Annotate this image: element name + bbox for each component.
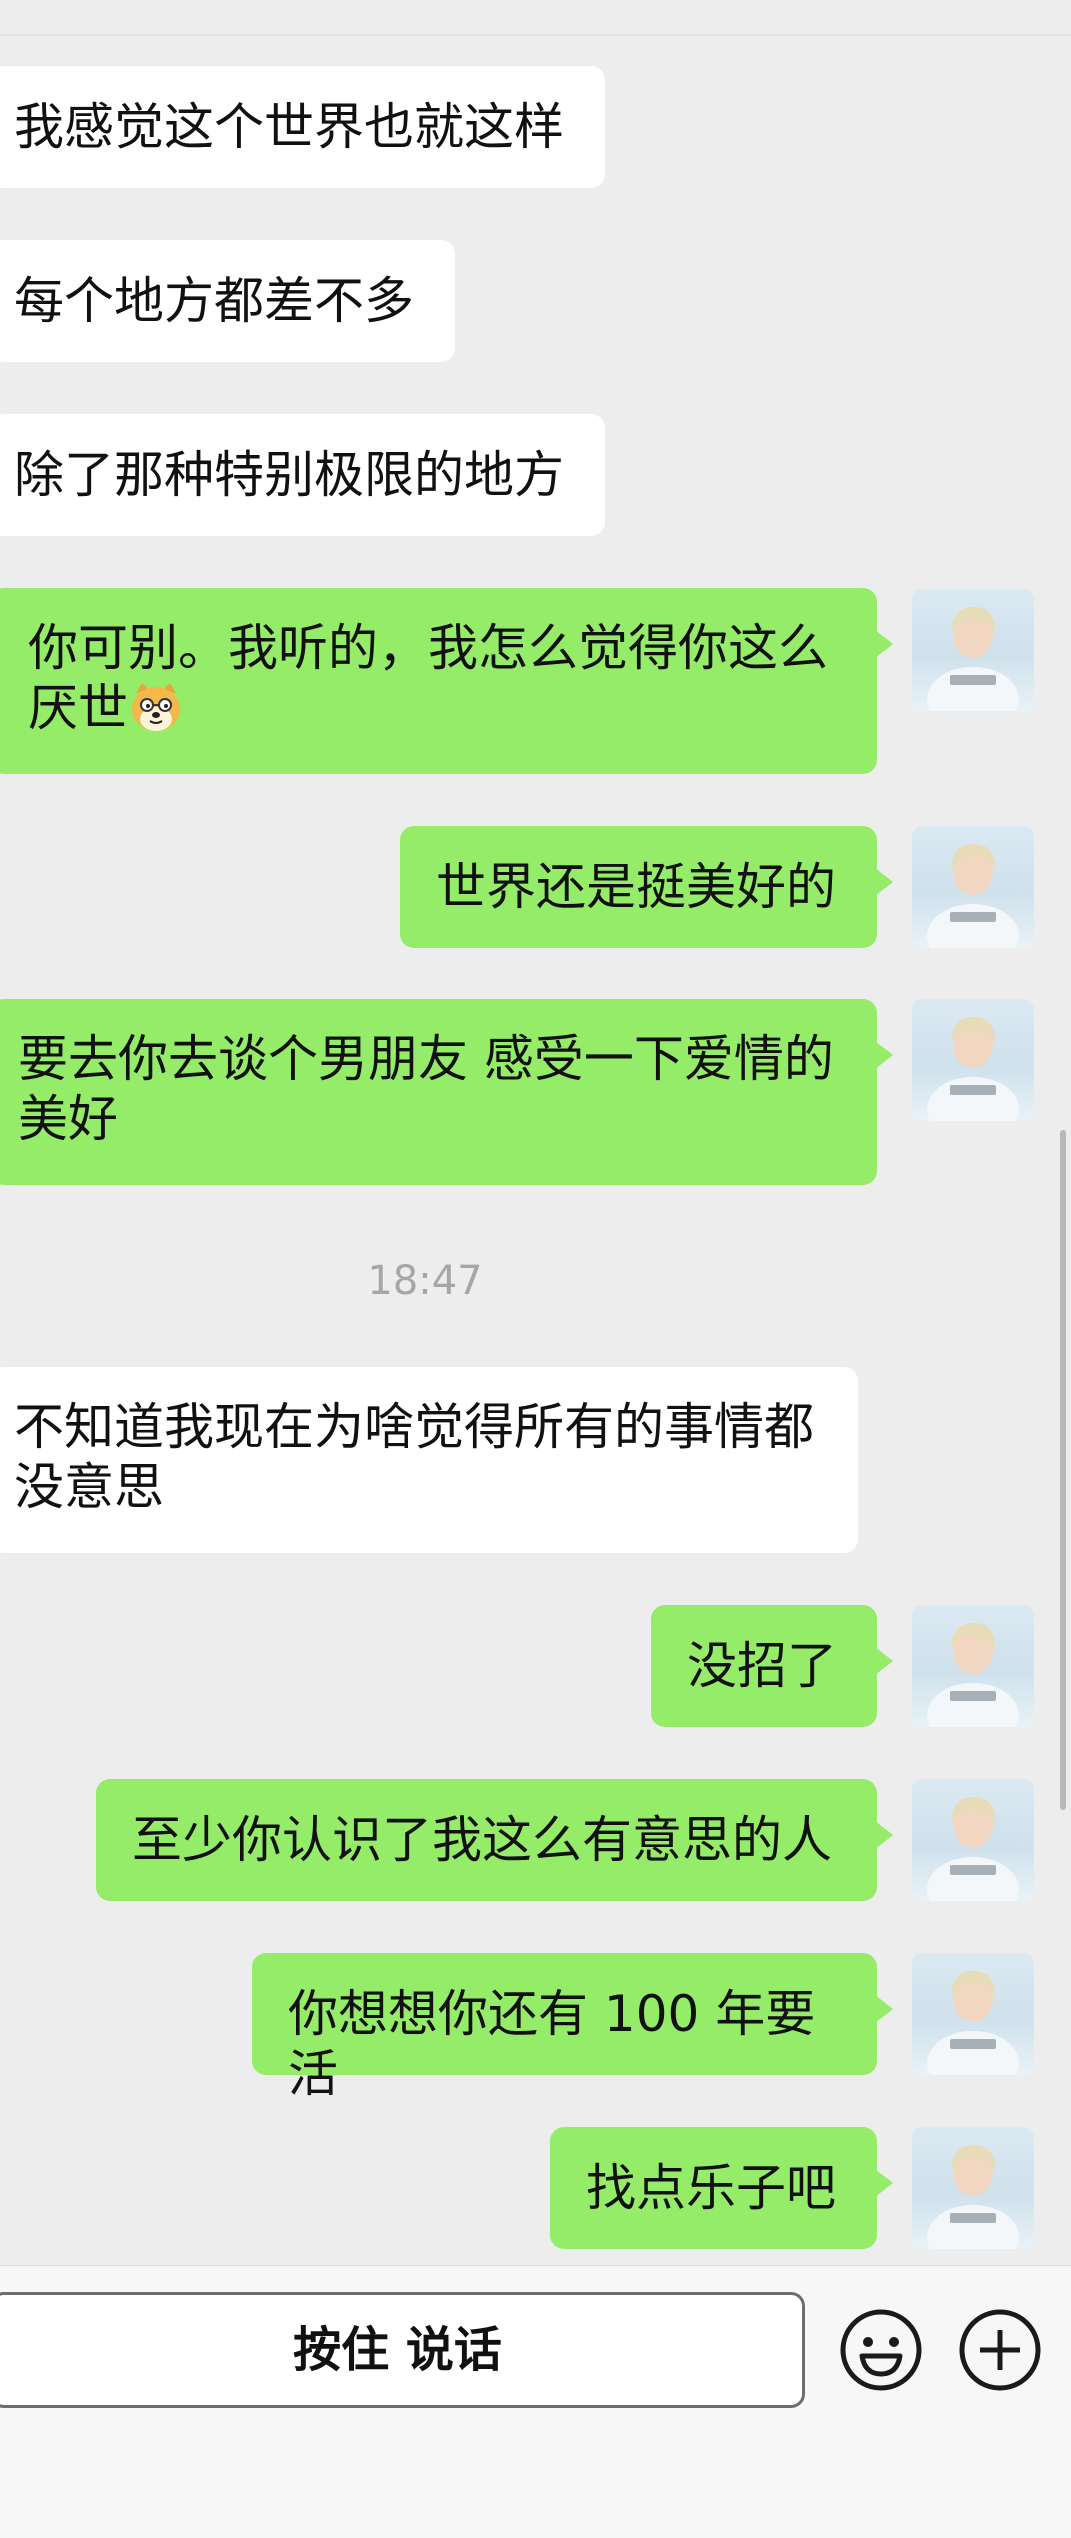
timestamp: 18:47 — [367, 1258, 483, 1304]
message-text: 找点乐子吧 — [586, 2159, 836, 2217]
smiley-icon — [840, 2309, 922, 2391]
avatar[interactable] — [912, 2127, 1034, 2249]
person-avatar-icon — [927, 607, 1019, 711]
avatar[interactable] — [912, 999, 1034, 1121]
scrollbar[interactable] — [1060, 1130, 1066, 1810]
message-bubble-outgoing[interactable]: 你想想你还有 100 年要活 — [252, 1953, 893, 2103]
emoji-button[interactable] — [837, 2306, 925, 2394]
message-text: 我感觉这个世界也就这样 — [14, 98, 564, 156]
person-avatar-icon — [927, 1971, 1019, 2075]
message-bubble-outgoing[interactable]: 找点乐子吧 — [550, 2127, 893, 2249]
avatar[interactable] — [912, 826, 1034, 948]
message-text: 世界还是挺美好的 — [436, 858, 836, 916]
message-bubble-outgoing[interactable]: 没招了 — [651, 1605, 893, 1727]
message-bubble-incoming[interactable]: 每个地方都差不多 — [0, 240, 455, 362]
doge-emoji-icon — [132, 683, 180, 731]
message-text: 美好 — [18, 1090, 118, 1148]
hold-to-talk-button[interactable]: 按住 说话 — [0, 2292, 805, 2408]
chat-screen: 我感觉这个世界也就这样 每个地方都差不多 除了那种特别极限的地方 你可别。我听的… — [0, 0, 1071, 2538]
message-text: 你可别。我听的，我怎么觉得你这么 — [28, 619, 828, 677]
message-text: 没意思 — [14, 1458, 164, 1516]
message-bubble-incoming[interactable]: 除了那种特别极限的地方 — [0, 414, 605, 536]
person-avatar-icon — [927, 1797, 1019, 1901]
message-bubble-outgoing[interactable]: 世界还是挺美好的 — [400, 826, 893, 948]
plus-icon — [959, 2309, 1041, 2391]
person-avatar-icon — [927, 2145, 1019, 2249]
message-text: 每个地方都差不多 — [14, 272, 414, 330]
message-text: 不知道我现在为啥觉得所有的事情都 — [14, 1398, 814, 1456]
message-bubble-outgoing[interactable]: 至少你认识了我这么有意思的人 — [96, 1779, 893, 1901]
message-text: 没招了 — [687, 1637, 837, 1695]
message-bubble-outgoing[interactable]: 你可别。我听的，我怎么觉得你这么 厌世 — [0, 588, 893, 774]
plus-button[interactable] — [956, 2306, 1044, 2394]
message-text: 你想想你还有 100 年要活 — [288, 1985, 816, 2103]
message-text: 除了那种特别极限的地方 — [14, 446, 564, 504]
message-bubble-incoming[interactable]: 我感觉这个世界也就这样 — [0, 66, 605, 188]
avatar[interactable] — [912, 1779, 1034, 1901]
avatar[interactable] — [912, 589, 1034, 711]
avatar[interactable] — [912, 1953, 1034, 2075]
input-bar: 按住 说话 — [0, 2265, 1071, 2538]
message-text: 厌世 — [28, 679, 128, 737]
message-bubble-outgoing[interactable]: 要去你去谈个男朋友 感受一下爱情的 美好 — [0, 999, 893, 1185]
person-avatar-icon — [927, 844, 1019, 948]
person-avatar-icon — [927, 1623, 1019, 1727]
message-text: 至少你认识了我这么有意思的人 — [132, 1811, 832, 1869]
person-avatar-icon — [927, 1017, 1019, 1121]
avatar[interactable] — [912, 1605, 1034, 1727]
message-bubble-incoming[interactable]: 不知道我现在为啥觉得所有的事情都 没意思 — [0, 1367, 858, 1553]
message-text: 要去你去谈个男朋友 感受一下爱情的 — [18, 1030, 834, 1088]
divider — [0, 34, 1071, 36]
